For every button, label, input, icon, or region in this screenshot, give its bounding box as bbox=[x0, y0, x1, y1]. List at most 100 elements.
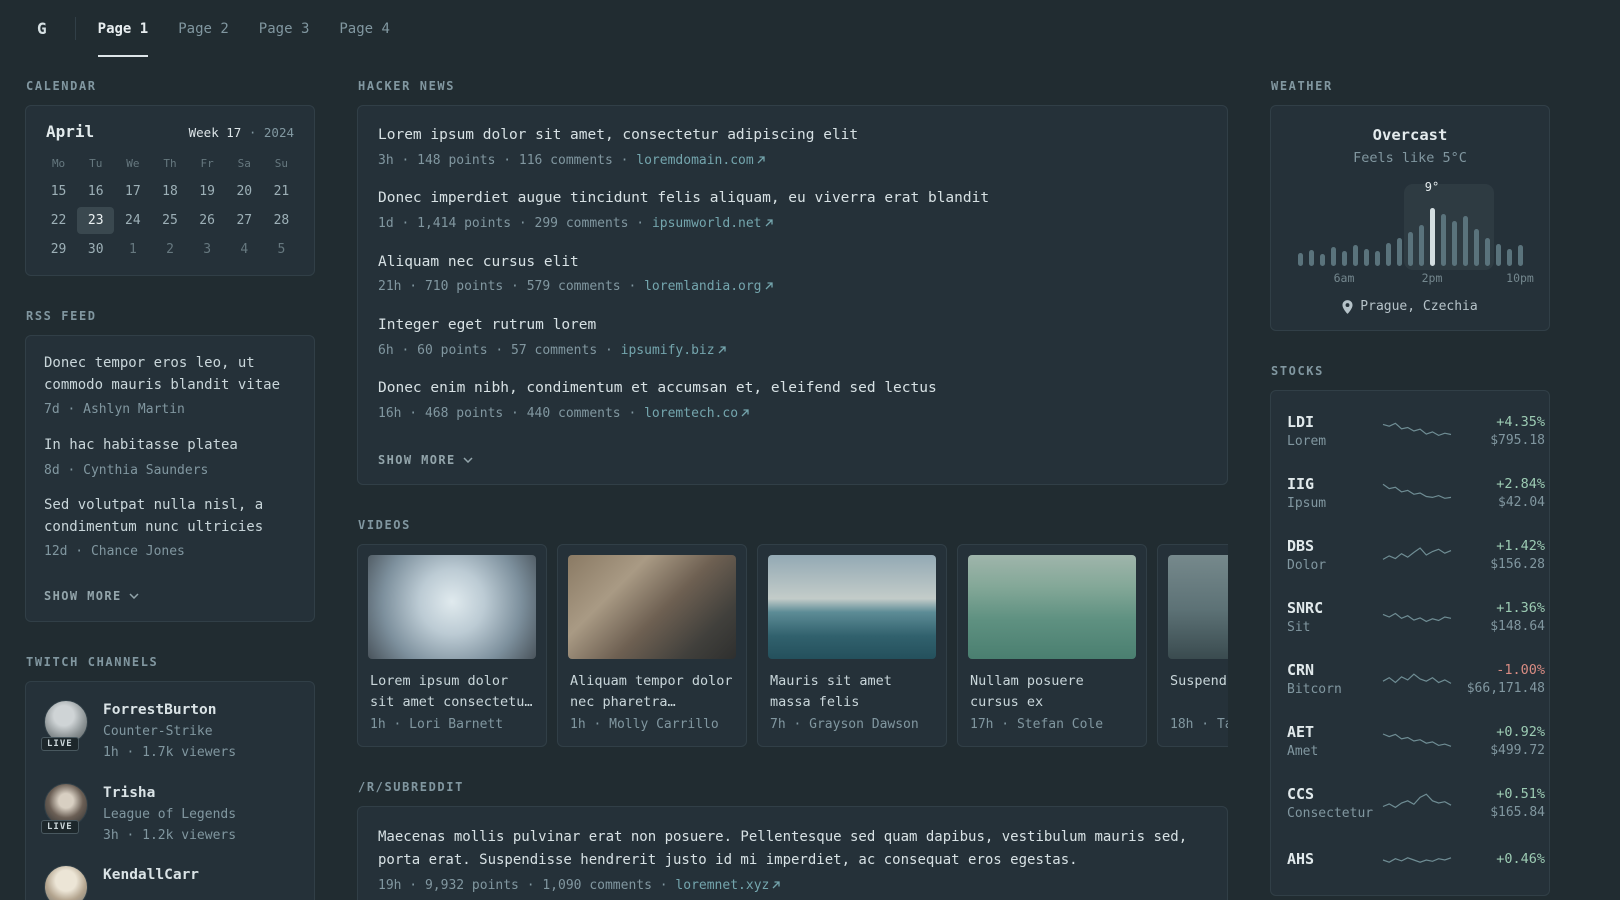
rss-item-meta: 7d · Ashlyn Martin bbox=[44, 402, 185, 418]
video-title-link[interactable]: Suspendisse diam bbox=[1170, 671, 1228, 712]
hn-domain-link[interactable]: loremdomain.com bbox=[636, 153, 765, 168]
twitch-card: LIVE ForrestBurton Counter-Strike 1h · 1… bbox=[25, 680, 315, 900]
show-more-label: SHOW MORE bbox=[378, 453, 456, 468]
hn-meta: 3h · 148 points · 116 comments · loremdo… bbox=[378, 151, 1207, 171]
video-thumbnail[interactable] bbox=[368, 555, 536, 660]
stock-price: $165.84 bbox=[1490, 805, 1545, 820]
widget-title-subreddit: /R/SUBREDDIT bbox=[358, 780, 464, 795]
rss-show-more-button[interactable]: SHOW MORE bbox=[44, 589, 139, 603]
weather-widget: WEATHER Overcast Feels like 5°C 9° 6am 2p… bbox=[1270, 79, 1550, 331]
calendar-year: · 2024 bbox=[248, 125, 294, 140]
twitch-avatar-wrap: LIVE bbox=[41, 782, 88, 834]
stock-row[interactable]: AET Amet +0.92% $499.72 bbox=[1287, 710, 1545, 772]
twitch-channel[interactable]: LIVE Trisha League of Legends 3h · 1.2k … bbox=[41, 782, 296, 846]
stock-sparkline bbox=[1381, 790, 1453, 816]
tab-page-1[interactable]: Page 1 bbox=[97, 0, 149, 57]
video-thumbnail[interactable] bbox=[1168, 555, 1228, 660]
rss-item-link[interactable]: In hac habitasse platea bbox=[44, 435, 296, 457]
twitch-channel[interactable]: LIVE ForrestBurton Counter-Strike 1h · 1… bbox=[41, 699, 296, 763]
calendar-day: 22 bbox=[50, 213, 67, 228]
twitch-widget: TWITCH CHANNELS LIVE ForrestBurton Count… bbox=[25, 655, 315, 900]
hn-domain-link[interactable]: ipsumify.biz bbox=[621, 343, 727, 358]
stock-price: $499.72 bbox=[1490, 743, 1545, 758]
location-pin-icon bbox=[1342, 299, 1353, 314]
calendar-week-number: Week 17 bbox=[188, 125, 242, 140]
video-title-link[interactable]: Aliquam tempor dolor nec pharetra… bbox=[570, 671, 734, 712]
external-link-icon bbox=[757, 156, 765, 164]
hn-show-more-button[interactable]: SHOW MORE bbox=[378, 453, 473, 467]
stock-row[interactable]: CCS Consectetur +0.51% $165.84 bbox=[1287, 772, 1545, 834]
stock-values: +0.51% $165.84 bbox=[1453, 786, 1545, 820]
hn-meta: 6h · 60 points · 57 comments · ipsumify.… bbox=[378, 341, 1207, 361]
stock-id: IIG Ipsum bbox=[1287, 475, 1381, 511]
subreddit-post: Maecenas mollis pulvinar erat non posuer… bbox=[378, 826, 1207, 896]
weather-bars bbox=[1294, 208, 1526, 266]
twitch-info: ForrestBurton Counter-Strike 1h · 1.7k v… bbox=[103, 700, 236, 763]
calendar-day: 30 bbox=[87, 242, 104, 257]
stock-row[interactable]: DBS Dolor +1.42% $156.28 bbox=[1287, 524, 1545, 586]
stock-row[interactable]: SNRC Sit +1.36% $148.64 bbox=[1287, 586, 1545, 648]
stock-ticker: SNRC bbox=[1287, 599, 1324, 617]
video-meta: 18h · Tara bbox=[1170, 717, 1228, 733]
external-link-icon bbox=[765, 219, 773, 227]
hn-story-link[interactable]: Donec enim nibh, condimentum et accumsan… bbox=[378, 378, 1207, 400]
stock-values: +2.84% $42.04 bbox=[1453, 476, 1545, 510]
calendar-weekday: Su bbox=[274, 157, 289, 170]
stock-price: $795.18 bbox=[1490, 433, 1545, 448]
stock-change: +1.42% bbox=[1496, 538, 1545, 554]
stock-row[interactable]: LDI Lorem +4.35% $795.18 bbox=[1287, 400, 1545, 462]
calendar-day: 1 bbox=[128, 242, 137, 257]
rss-item: Donec tempor eros leo, ut commodo mauris… bbox=[44, 353, 296, 420]
video-title-link[interactable]: Mauris sit amet massa felis bbox=[770, 671, 934, 712]
dashboard: CALENDAR April Week 17 · 2024 Mo Tu We T… bbox=[0, 57, 1620, 900]
hn-meta-text: 3h · 148 points · 116 comments · bbox=[378, 152, 637, 168]
video-thumbnail[interactable] bbox=[968, 555, 1136, 660]
channel-meta: 3h · 1.2k viewers bbox=[103, 828, 237, 844]
stock-ticker: CCS bbox=[1287, 785, 1315, 803]
hn-domain-link[interactable]: loremlandia.org bbox=[644, 279, 773, 294]
stock-ticker: CRN bbox=[1287, 661, 1315, 679]
topbar: G Page 1 Page 2 Page 3 Page 4 bbox=[0, 0, 1620, 57]
hn-story-link[interactable]: Integer eget rutrum lorem bbox=[378, 315, 1207, 337]
rss-item-link[interactable]: Sed volutpat nulla nisl, a condimentum n… bbox=[44, 495, 296, 538]
topbar-divider bbox=[74, 17, 76, 40]
stock-row[interactable]: IIG Ipsum +2.84% $42.04 bbox=[1287, 462, 1545, 524]
stock-change: +2.84% bbox=[1496, 476, 1545, 492]
widget-title-videos: VIDEOS bbox=[358, 518, 411, 533]
rss-item-link[interactable]: Donec tempor eros leo, ut commodo mauris… bbox=[44, 353, 296, 396]
hn-story-link[interactable]: Donec imperdiet augue tincidunt felis al… bbox=[378, 188, 1207, 210]
stock-values: -1.00% $66,171.48 bbox=[1453, 662, 1545, 696]
live-badge: LIVE bbox=[41, 819, 79, 834]
channel-name: KendallCarr bbox=[103, 867, 200, 884]
video-thumbnail[interactable] bbox=[768, 555, 936, 660]
video-title-link[interactable]: Lorem ipsum dolor sit amet consectetu… bbox=[370, 671, 534, 712]
stock-sparkline bbox=[1381, 542, 1453, 568]
tab-page-2[interactable]: Page 2 bbox=[178, 0, 229, 57]
video-title-link[interactable]: Nullam posuere cursus ex bbox=[970, 671, 1134, 712]
rss-item-meta: 8d · Cynthia Saunders bbox=[44, 462, 209, 478]
stock-name: Lorem bbox=[1287, 434, 1327, 449]
subreddit-post-link[interactable]: Maecenas mollis pulvinar erat non posuer… bbox=[378, 826, 1207, 872]
twitch-channel[interactable]: LIVE KendallCarr bbox=[44, 865, 296, 900]
hn-story-link[interactable]: Aliquam nec cursus elit bbox=[378, 252, 1207, 274]
stock-change: +0.46% bbox=[1496, 850, 1545, 867]
calendar-day: 16 bbox=[87, 184, 104, 199]
calendar-day: 15 bbox=[50, 184, 67, 199]
video-thumbnail[interactable] bbox=[568, 555, 736, 660]
stock-values: +1.42% $156.28 bbox=[1453, 538, 1545, 572]
hn-domain-link[interactable]: loremtech.co bbox=[644, 406, 750, 421]
hn-domain-link[interactable]: ipsumworld.net bbox=[652, 216, 774, 231]
stock-values: +4.35% $795.18 bbox=[1453, 414, 1545, 448]
stock-row[interactable]: CRN Bitcorn -1.00% $66,171.48 bbox=[1287, 648, 1545, 710]
hn-domain: loremdomain.com bbox=[636, 152, 754, 168]
calendar-day: 18 bbox=[162, 184, 178, 199]
tab-page-4[interactable]: Page 4 bbox=[339, 0, 390, 57]
stock-change: +0.92% bbox=[1496, 724, 1545, 740]
tab-page-3[interactable]: Page 3 bbox=[259, 0, 310, 57]
rss-item-meta: 12d · Chance Jones bbox=[44, 544, 185, 560]
stock-row[interactable]: AHS +0.46% bbox=[1287, 834, 1545, 886]
hn-item: Lorem ipsum dolor sit amet, consectetur … bbox=[378, 125, 1207, 170]
subreddit-domain-link[interactable]: loremnet.xyz bbox=[675, 878, 781, 893]
stock-id: DBS Dolor bbox=[1287, 537, 1381, 573]
hn-story-link[interactable]: Lorem ipsum dolor sit amet, consectetur … bbox=[378, 125, 1207, 147]
